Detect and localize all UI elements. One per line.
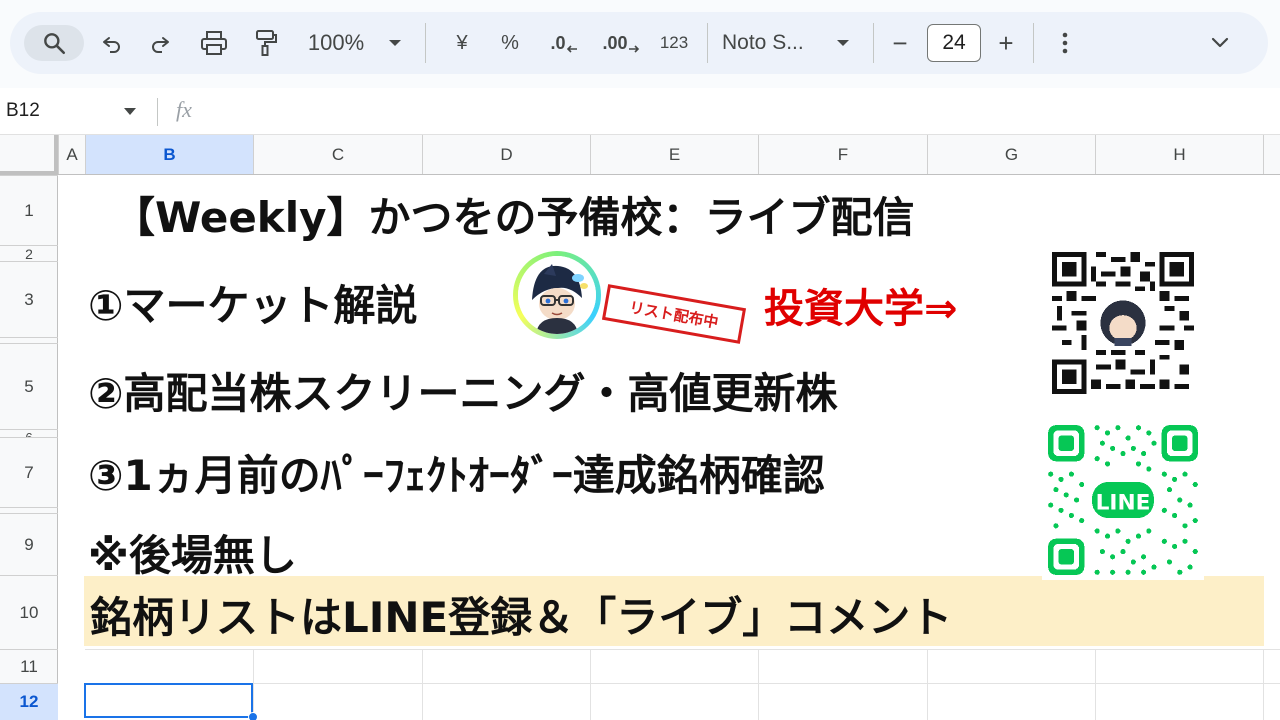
decrease-decimal-button[interactable]: .0 — [542, 25, 586, 61]
zoom-select[interactable]: 100% — [300, 25, 372, 61]
font-size-input[interactable]: 24 — [927, 24, 981, 62]
undo-icon — [103, 37, 120, 53]
arrow-right-icon — [628, 45, 639, 53]
increase-decimal-button[interactable]: .00 — [596, 25, 646, 61]
font-size-value: 24 — [942, 31, 966, 54]
font-family-value: Noto S... — [722, 31, 804, 54]
formula-input[interactable] — [220, 94, 1270, 128]
currency-label: ¥ — [456, 31, 468, 54]
more-options-button[interactable] — [1048, 25, 1082, 61]
hide-menus-button[interactable] — [1202, 25, 1238, 61]
gridline — [422, 649, 423, 720]
paint-format-button[interactable] — [246, 25, 286, 61]
column-header-h[interactable]: H — [1095, 135, 1263, 174]
search-menus-button[interactable] — [24, 25, 84, 61]
gridline — [1263, 649, 1264, 720]
undo-button[interactable] — [94, 25, 130, 61]
print-icon — [201, 31, 227, 55]
decrease-font-size-button[interactable]: − — [884, 25, 916, 61]
increase-font-size-button[interactable]: + — [990, 25, 1022, 61]
font-dropdown-button[interactable] — [830, 25, 856, 61]
name-box-dropdown-icon[interactable] — [124, 108, 136, 115]
item-dividend-screening: ②高配当株スクリーニング・高値更新株 — [88, 369, 838, 418]
row-header-5[interactable]: 5 — [0, 343, 58, 429]
row-header-9[interactable]: 9 — [0, 513, 58, 575]
dropdown-arrow-icon — [837, 40, 849, 46]
line-qr-code[interactable]: LINE — [1042, 420, 1204, 580]
toolbar-separator — [873, 23, 874, 63]
investment-university-link[interactable]: 投資大学⇒ — [764, 276, 958, 334]
select-all-corner[interactable] — [0, 135, 58, 175]
percent-label: % — [501, 31, 519, 54]
row-header-6[interactable]: 6 — [0, 429, 58, 437]
search-icon — [44, 33, 66, 55]
more-formats-label: 123 — [659, 33, 689, 52]
row-header-10[interactable]: 10 — [0, 575, 58, 649]
banner-line-registration: 銘柄リストはLINE登録＆「ライブ」コメント — [90, 593, 953, 642]
row-header-7[interactable]: 7 — [0, 437, 58, 507]
active-cell-b12[interactable] — [84, 683, 253, 718]
dropdown-arrow-icon — [389, 40, 401, 46]
item-market-commentary: ①マーケット解説 — [88, 281, 418, 330]
zoom-value: 100% — [307, 30, 365, 55]
percent-format-button[interactable]: % — [490, 25, 530, 61]
column-header-d[interactable]: D — [422, 135, 590, 174]
column-header-i[interactable] — [1263, 135, 1280, 174]
youtube-qr-code[interactable] — [1050, 252, 1196, 394]
note-no-afternoon: ※後場無し — [88, 531, 297, 580]
fx-icon: fx — [176, 97, 192, 122]
column-header-f[interactable]: F — [758, 135, 927, 174]
toolbar-separator — [425, 23, 426, 63]
more-vert-icon — [1062, 32, 1068, 54]
fill-handle[interactable] — [248, 712, 258, 720]
avatar — [513, 251, 601, 339]
gridline — [253, 649, 254, 720]
chevron-down-icon — [1211, 37, 1229, 48]
row-headers: 1 2 3 5 6 7 9 10 11 12 — [0, 175, 58, 720]
increase-decimal-label: .00 — [602, 32, 628, 53]
font-family-select[interactable]: Noto S... — [722, 25, 822, 61]
row-header-3[interactable]: 3 — [0, 261, 58, 337]
column-headers: A B C D E F G H — [0, 135, 1280, 175]
live-title: 【Weekly】かつをの予備校：ライブ配信 — [113, 193, 915, 242]
column-header-a[interactable]: A — [58, 135, 85, 174]
row-header-1[interactable]: 1 — [0, 175, 58, 245]
redo-icon — [152, 37, 169, 53]
print-button[interactable] — [194, 25, 234, 61]
column-header-g[interactable]: G — [927, 135, 1095, 174]
currency-format-button[interactable]: ¥ — [442, 25, 482, 61]
column-header-c[interactable]: C — [253, 135, 422, 174]
decrease-decimal-label: .0 — [550, 32, 566, 53]
item-perfect-order-check: ③1ヵ月前のﾊﾟｰﾌｪｸﾄｵｰﾀﾞｰ達成銘柄確認 — [88, 451, 825, 500]
gridline — [85, 683, 1280, 684]
character-illustration — [518, 256, 596, 334]
gridline — [1095, 649, 1096, 720]
gridline — [85, 649, 1280, 650]
paint-format-icon — [256, 30, 277, 56]
row-header-11[interactable]: 11 — [0, 649, 58, 683]
column-header-b[interactable]: B — [85, 135, 253, 174]
redo-button[interactable] — [142, 25, 178, 61]
gridline — [590, 649, 591, 720]
toolbar-separator — [707, 23, 708, 63]
line-qr-label: LINE — [1096, 490, 1151, 515]
column-header-e[interactable]: E — [590, 135, 758, 174]
name-box[interactable]: B12 — [6, 100, 40, 122]
gridline — [927, 649, 928, 720]
more-formats-button[interactable]: 123 — [650, 25, 698, 61]
formula-bar: B12 fx — [0, 88, 1280, 135]
arrow-left-icon — [566, 45, 577, 53]
formula-separator — [157, 98, 158, 126]
zoom-dropdown-button[interactable] — [382, 25, 408, 61]
cell-reference: B12 — [6, 100, 40, 121]
row-header-2[interactable]: 2 — [0, 245, 58, 261]
minus-icon: − — [892, 27, 908, 58]
toolbar-separator — [1033, 23, 1034, 63]
plus-icon: + — [998, 27, 1014, 58]
gridline — [758, 649, 759, 720]
toolbar: 100% ¥ % .0 .00 123 Noto S... − 24 + — [10, 12, 1268, 74]
row-header-12[interactable]: 12 — [0, 683, 58, 720]
